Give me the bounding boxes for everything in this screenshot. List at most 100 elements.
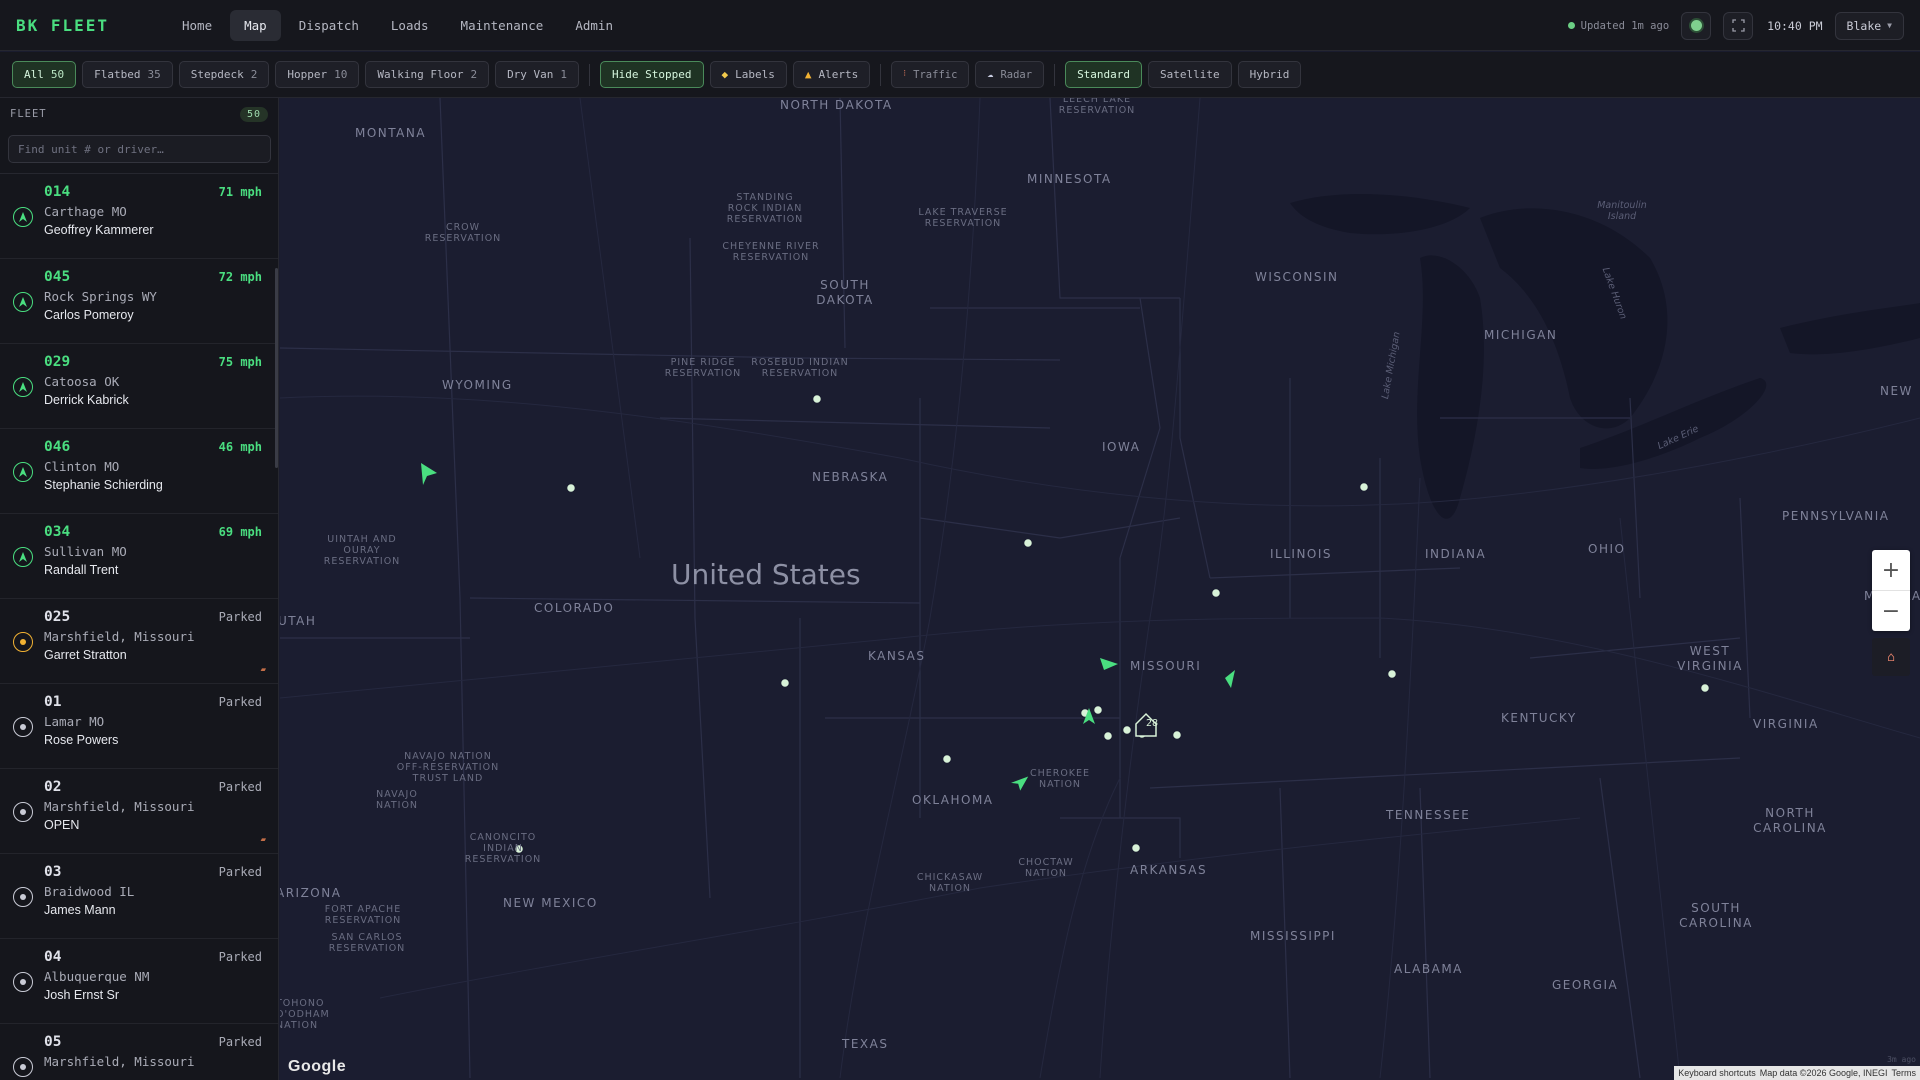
unit-list: 014 71 mph Carthage MO Geoffrey Kammerer… [0,173,278,1080]
parked-dot-icon [20,724,26,730]
filter-walking-floor[interactable]: Walking Floor 2 [365,61,490,88]
unit-row[interactable]: 046 46 mph Clinton MO Stephanie Schierdi… [0,429,278,514]
state-label: NEW MEXICO [503,896,598,910]
unit-row[interactable]: 034 69 mph Sullivan MO Randall Trent [0,514,278,599]
reservation-label: CHICKASAW NATION [916,872,984,894]
filter-all[interactable]: All 50 [12,61,77,88]
nav-dispatch[interactable]: Dispatch [285,10,373,41]
unit-driver: James Mann [44,903,116,917]
keyboard-shortcuts-link[interactable]: Keyboard shortcuts [1678,1068,1756,1078]
parked-dot-icon [20,639,26,645]
traffic-toggle[interactable]: ⁝ Traffic [891,61,970,88]
unit-number: 045 [44,269,71,285]
state-label: WISCONSIN [1255,270,1339,284]
state-label: MISSISSIPPI [1250,929,1336,943]
unit-number: 025 [44,609,71,625]
nav-loads[interactable]: Loads [377,10,443,41]
cluster-count[interactable]: 28 [1146,718,1158,729]
filter-hopper[interactable]: Hopper 10 [275,61,360,88]
filter-label: Dry Van [507,68,554,81]
nav-admin[interactable]: Admin [561,10,627,41]
unit-search-input[interactable] [8,135,271,163]
filter-flatbed[interactable]: Flatbed 35 [82,61,173,88]
parked-dot-icon [20,809,26,815]
filter-label: Walking Floor [377,68,464,81]
chevron-down-icon: ▼ [1887,21,1892,30]
state-label: NORTH CAROLINA [1753,806,1827,835]
filter-dry-van[interactable]: Dry Van 1 [495,61,580,88]
filter-count: 10 [334,68,348,81]
map-type-hybrid[interactable]: Hybrid [1237,61,1302,88]
zoom-in-button[interactable]: + [1872,550,1910,590]
alerts-toggle[interactable]: ▲ Alerts [792,61,871,88]
unit-header: 045 72 mph [44,269,262,285]
unit-row[interactable]: 029 75 mph Catoosa OK Derrick Kabrick [0,344,278,429]
terms-link[interactable]: Terms [1892,1068,1917,1078]
nav-maintenance[interactable]: Maintenance [447,10,558,41]
state-label: MISSOURI [1130,659,1202,673]
unit-row[interactable]: 045 72 mph Rock Springs WY Carlos Pomero… [0,259,278,344]
sidebar-scrollbar[interactable] [275,268,278,468]
state-label: GEORGIA [1552,978,1619,992]
unit-number: 03 [44,864,62,880]
unit-header: 01 Parked [44,694,262,710]
home-location-button[interactable]: ⌂ [1872,638,1910,676]
unit-number: 04 [44,949,62,965]
zoom-out-button[interactable]: − [1872,591,1910,631]
unit-status: Parked [218,695,262,709]
map-type-satellite[interactable]: Satellite [1148,61,1232,88]
filter-label: All [24,68,44,81]
navigation-arrow-icon [19,212,27,222]
connection-status-button[interactable] [1681,11,1712,40]
unit-driver: Josh Ernst Sr [44,988,120,1002]
nav-map[interactable]: Map [230,9,281,41]
unit-location: Clinton MO [44,459,120,474]
brand-logo[interactable]: BK FLEET [16,16,144,35]
fullscreen-button[interactable] [1723,11,1754,40]
unit-status: 72 mph [218,270,262,284]
reservation-label: LAKE TRAVERSE RESERVATION [918,207,1008,229]
user-name: Blake [1846,18,1882,33]
unit-row[interactable]: 04 Parked Albuquerque NM Josh Ernst Sr [0,939,278,1024]
reservation-label: STANDING ROCK INDIAN RESERVATION [726,192,804,225]
state-label: COLORADO [534,601,615,615]
unit-number: 034 [44,524,71,540]
map-type-standard[interactable]: Standard [1065,61,1143,88]
reservation-label: UINTAH AND OURAY RESERVATION [323,534,401,567]
unit-row[interactable]: 05 Parked Marshfield, Missouri [0,1024,278,1080]
unit-driver: Carlos Pomeroy [44,308,134,322]
warning-icon: ▲ [804,68,812,81]
reservation-label: CROW RESERVATION [424,222,502,244]
unit-location: Sullivan MO [44,544,127,559]
unit-header: 034 69 mph [44,524,262,540]
unit-number: 02 [44,779,62,795]
live-dot-icon [1567,22,1575,29]
unit-row[interactable]: 01 Parked Lamar MO Rose Powers [0,684,278,769]
nav-home[interactable]: Home [168,10,226,41]
unit-row[interactable]: 02 Parked Marshfield, Missouri OPEN ▰ [0,769,278,854]
toggle-label: Labels [735,68,775,81]
radar-toggle[interactable]: ☁ Radar [975,61,1045,88]
hide-stopped-toggle[interactable]: Hide Stopped [600,61,704,88]
unit-status: 75 mph [218,355,262,369]
state-label: WYOMING [442,378,513,392]
unit-header: 02 Parked [44,779,262,795]
unit-row[interactable]: 014 71 mph Carthage MO Geoffrey Kammerer [0,174,278,259]
labels-toggle[interactable]: ◆ Labels [709,61,787,88]
unit-status: 69 mph [218,525,262,539]
state-label: NORTH DAKOTA [780,98,893,112]
reservation-label: ROSEBUD INDIAN RESERVATION [751,357,849,379]
state-label: UTAH [280,614,317,628]
zoom-control: + − [1872,550,1910,631]
filter-stepdeck[interactable]: Stepdeck 2 [178,61,270,88]
unit-header: 029 75 mph [44,354,262,370]
reservation-label: PINE RIDGE RESERVATION [664,357,742,379]
fleet-title: FLEET [10,108,47,120]
map-canvas[interactable]: 28 United States MONTANA NORTH DAKOTA MI… [280,98,1920,1080]
toggle-label: Traffic [913,68,958,81]
state-label: OHIO [1588,542,1626,556]
unit-row[interactable]: 025 Parked Marshfield, Missouri Garret S… [0,599,278,684]
user-menu-button[interactable]: Blake ▼ [1834,11,1904,40]
unit-row[interactable]: 03 Parked Braidwood IL James Mann [0,854,278,939]
reservation-label: NAVAJO NATION OFF-RESERVATION TRUST LAND [396,751,500,784]
